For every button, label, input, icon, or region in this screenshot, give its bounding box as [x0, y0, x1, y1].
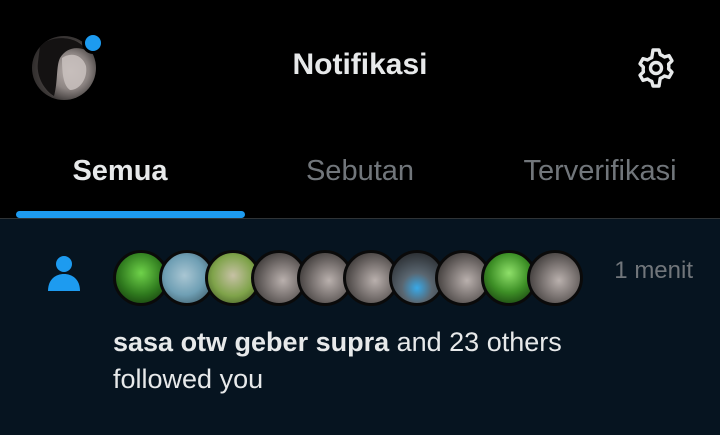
- active-tab-indicator: [16, 211, 245, 218]
- notification-timestamp: 1 menit: [614, 257, 693, 284]
- follower-avatar[interactable]: [527, 250, 583, 306]
- tab-label: Terverifikasi: [523, 155, 677, 187]
- tab-semua[interactable]: Semua: [0, 135, 240, 218]
- notifications-screen: Notifikasi Semua Sebutan Terverifikasi 1…: [0, 0, 720, 435]
- tab-terverifikasi[interactable]: Terverifikasi: [480, 135, 720, 218]
- tab-label: Sebutan: [305, 155, 415, 187]
- actor-name-link[interactable]: sasa otw geber supra: [113, 327, 389, 357]
- follower-avatars: [113, 250, 583, 306]
- settings-button[interactable]: [632, 44, 680, 92]
- notification-text-rest: and 23 others: [389, 327, 562, 357]
- notification-action: followed you: [113, 364, 264, 394]
- tab-sebutan[interactable]: Sebutan: [240, 135, 480, 218]
- tab-label: Semua: [72, 155, 168, 187]
- top-app-bar: Notifikasi: [0, 0, 720, 135]
- follow-notification[interactable]: 1 menit sasa otw geber supra and 23 othe…: [0, 219, 720, 435]
- notification-tabs: Semua Sebutan Terverifikasi: [0, 135, 720, 219]
- notification-text: sasa otw geber supra and 23 others follo…: [113, 324, 693, 398]
- gear-icon: [638, 48, 674, 88]
- page-title: Notifikasi: [292, 48, 428, 81]
- person-icon: [48, 256, 80, 291]
